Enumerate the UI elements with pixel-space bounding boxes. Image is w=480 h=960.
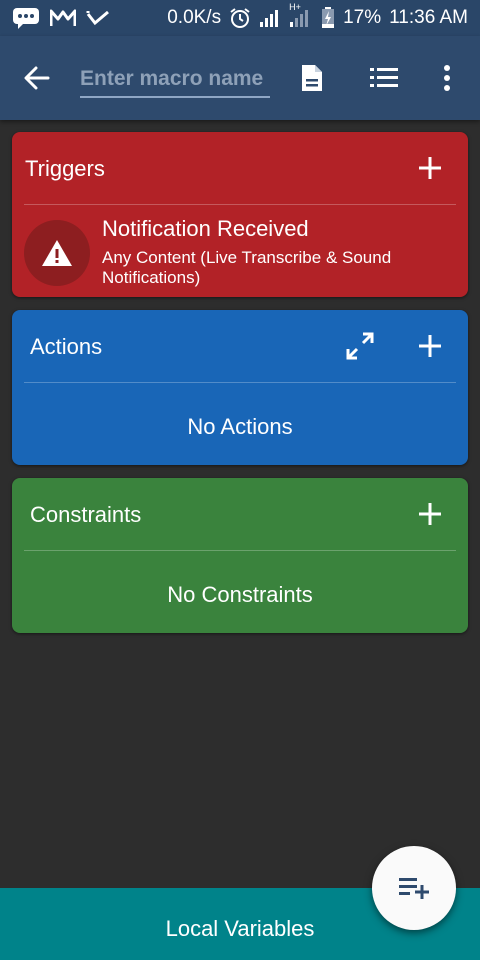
expand-actions-button[interactable] — [344, 330, 376, 362]
clock: 11:36 AM — [389, 7, 468, 28]
list-icon — [370, 68, 398, 87]
status-right: 0.0K/s H+ 17% 11:36 AM — [167, 2, 468, 29]
no-constraints-text: No Constraints — [167, 582, 313, 607]
plus-icon — [419, 503, 441, 525]
arrow-left-icon — [24, 66, 50, 90]
back-button[interactable] — [20, 62, 54, 94]
more-vert-icon — [444, 65, 450, 91]
actions-card: Actions No Actions — [12, 310, 468, 465]
divider — [24, 550, 456, 551]
add-trigger-button[interactable] — [414, 152, 446, 184]
triggers-title: Triggers — [25, 156, 105, 181]
playlist-add-icon — [399, 878, 429, 899]
constraints-header: Constraints — [12, 478, 468, 550]
alarm-icon — [229, 7, 251, 29]
signal-icon — [259, 8, 281, 28]
toolbar — [0, 36, 480, 120]
status-bar: 0.0K/s H+ 17% 11:36 AM — [0, 0, 480, 36]
plus-icon — [419, 157, 441, 179]
add-constraint-button[interactable] — [414, 498, 446, 530]
no-actions-text: No Actions — [187, 414, 293, 439]
check-icon — [86, 9, 110, 27]
triggers-card: Triggers Notification Received Any Conte… — [12, 132, 468, 297]
trigger-title: Notification Received — [102, 216, 309, 241]
divider — [24, 382, 456, 383]
battery-percent: 17% — [343, 7, 382, 28]
plus-icon — [419, 335, 441, 357]
network-type: H+ — [289, 2, 301, 12]
document-icon — [302, 65, 322, 91]
local-variables-label: Local Variables — [165, 916, 315, 941]
battery-charging-icon — [321, 7, 335, 29]
actions-header: Actions — [12, 310, 468, 382]
macro-name-input[interactable] — [80, 62, 270, 98]
trigger-subtitle: Any Content (Live Transcribe & Sound Not… — [102, 248, 392, 287]
overflow-menu-button[interactable] — [431, 62, 463, 94]
actions-title: Actions — [30, 334, 103, 359]
warning-icon — [24, 220, 90, 286]
add-action-button[interactable] — [414, 330, 446, 362]
triggers-header: Triggers — [12, 132, 468, 204]
net-speed: 0.0K/s — [167, 7, 222, 28]
status-left — [12, 7, 110, 29]
divider — [24, 204, 456, 205]
gmail-icon — [50, 9, 76, 27]
expand-icon — [346, 332, 374, 360]
description-button[interactable] — [296, 62, 328, 94]
signal-icon: H+ — [289, 2, 313, 28]
trigger-item[interactable]: Notification Received Any Content (Live … — [12, 206, 468, 296]
categories-button[interactable] — [368, 62, 400, 94]
message-icon — [12, 7, 40, 29]
constraints-card: Constraints No Constraints — [12, 478, 468, 633]
add-to-playlist-fab[interactable] — [372, 846, 456, 930]
constraints-title: Constraints — [30, 502, 142, 527]
